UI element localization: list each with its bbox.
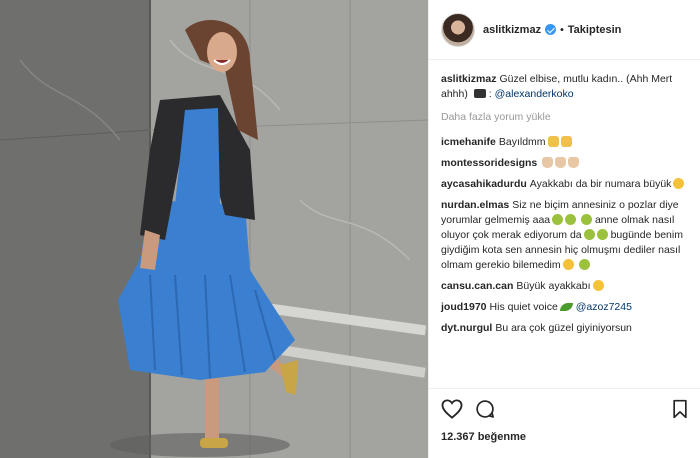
comment-username[interactable]: montessoridesigns — [441, 157, 537, 169]
verified-badge-icon — [545, 24, 557, 35]
gold-shoe-left — [200, 438, 228, 448]
comment-username[interactable]: dyt.nurgul — [441, 322, 492, 334]
caption-mention[interactable]: @alexanderkoko — [495, 88, 574, 100]
comment-text: Ayakkabı da bir numara büyük — [529, 178, 672, 190]
comment-text: Bayıldmm — [498, 136, 546, 148]
action-icons — [441, 397, 688, 421]
post-header: aslitkizmaz • Takiptesin — [429, 0, 700, 60]
post-actions: 12.367 beğenme — [429, 388, 700, 458]
caption-username[interactable]: aslitkizmaz — [441, 73, 496, 85]
photo-illustration — [0, 0, 428, 458]
heart-icon[interactable] — [441, 399, 463, 419]
comment-username[interactable]: aycasahikadurdu — [441, 178, 527, 190]
comment-item: dyt.nurgul Bu ara çok güzel giyiniyorsun — [441, 321, 688, 336]
comment-item: cansu.can.can Büyük ayakkabı — [441, 279, 688, 294]
thumbs-up-emoji — [560, 136, 572, 147]
laughing-emoji — [578, 259, 590, 270]
comment-item: icmehanife Bayıldmm — [441, 135, 688, 150]
load-more-comments-link[interactable]: Daha fazla yorum yükle — [441, 110, 688, 125]
follow-status-button[interactable]: Takiptesin — [568, 24, 622, 36]
likes-count[interactable]: 12.367 beğenme — [441, 431, 688, 443]
camera-emoji — [473, 89, 486, 98]
comment-username[interactable]: joud1970 — [441, 301, 487, 313]
comment-username[interactable]: cansu.can.can — [441, 280, 513, 292]
author-username[interactable]: aslitkizmaz — [483, 24, 541, 36]
laughing-emoji — [583, 229, 595, 240]
laughing-emoji — [552, 214, 564, 225]
hand-emoji — [542, 157, 554, 168]
hand-emoji — [568, 157, 580, 168]
comment-username[interactable]: nurdan.elmas — [441, 199, 509, 211]
post-side-panel: aslitkizmaz • Takiptesin aslitkizmaz Güze… — [428, 0, 700, 458]
hand-emoji — [555, 157, 567, 168]
thumbs-up-emoji — [547, 136, 559, 147]
left-wall — [0, 0, 150, 458]
comment-item: nurdan.elmas Siz ne biçim annesiniz o poz… — [441, 198, 688, 273]
laughing-emoji — [596, 229, 608, 240]
comment-mention[interactable]: @azoz7245 — [576, 301, 632, 313]
comment-icon[interactable] — [475, 399, 495, 419]
floor-shadow — [110, 433, 290, 457]
comment-username[interactable]: icmehanife — [441, 136, 496, 148]
instagram-post: aslitkizmaz • Takiptesin aslitkizmaz Güze… — [0, 0, 700, 458]
post-photo[interactable] — [0, 0, 428, 458]
leaf-emoji — [559, 303, 573, 311]
comment-text: Bu ara çok güzel giyiniyorsun — [495, 322, 632, 334]
smiley-emoji — [562, 259, 574, 270]
comment-item: aycasahikadurdu Ayakkabı da bir numara bü… — [441, 177, 688, 192]
face — [207, 32, 237, 72]
comments-list: aslitkizmaz Güzel elbise, mutlu kadın.. (… — [429, 60, 700, 388]
avatar[interactable] — [441, 12, 475, 47]
laughing-emoji — [565, 214, 577, 225]
smiley-emoji — [592, 280, 604, 291]
comment-text: Büyük ayakkabı — [516, 280, 591, 292]
comment-text: His quiet voice — [489, 301, 558, 313]
comment-item: montessoridesigns — [441, 156, 688, 171]
smiley-emoji — [673, 178, 685, 189]
caption: aslitkizmaz Güzel elbise, mutlu kadın.. (… — [441, 73, 673, 100]
separator-dot: • — [560, 23, 564, 36]
bookmark-icon[interactable] — [672, 399, 688, 422]
laughing-emoji — [581, 214, 593, 225]
comment-item: joud1970 His quiet voice @azoz7245 — [441, 300, 688, 315]
